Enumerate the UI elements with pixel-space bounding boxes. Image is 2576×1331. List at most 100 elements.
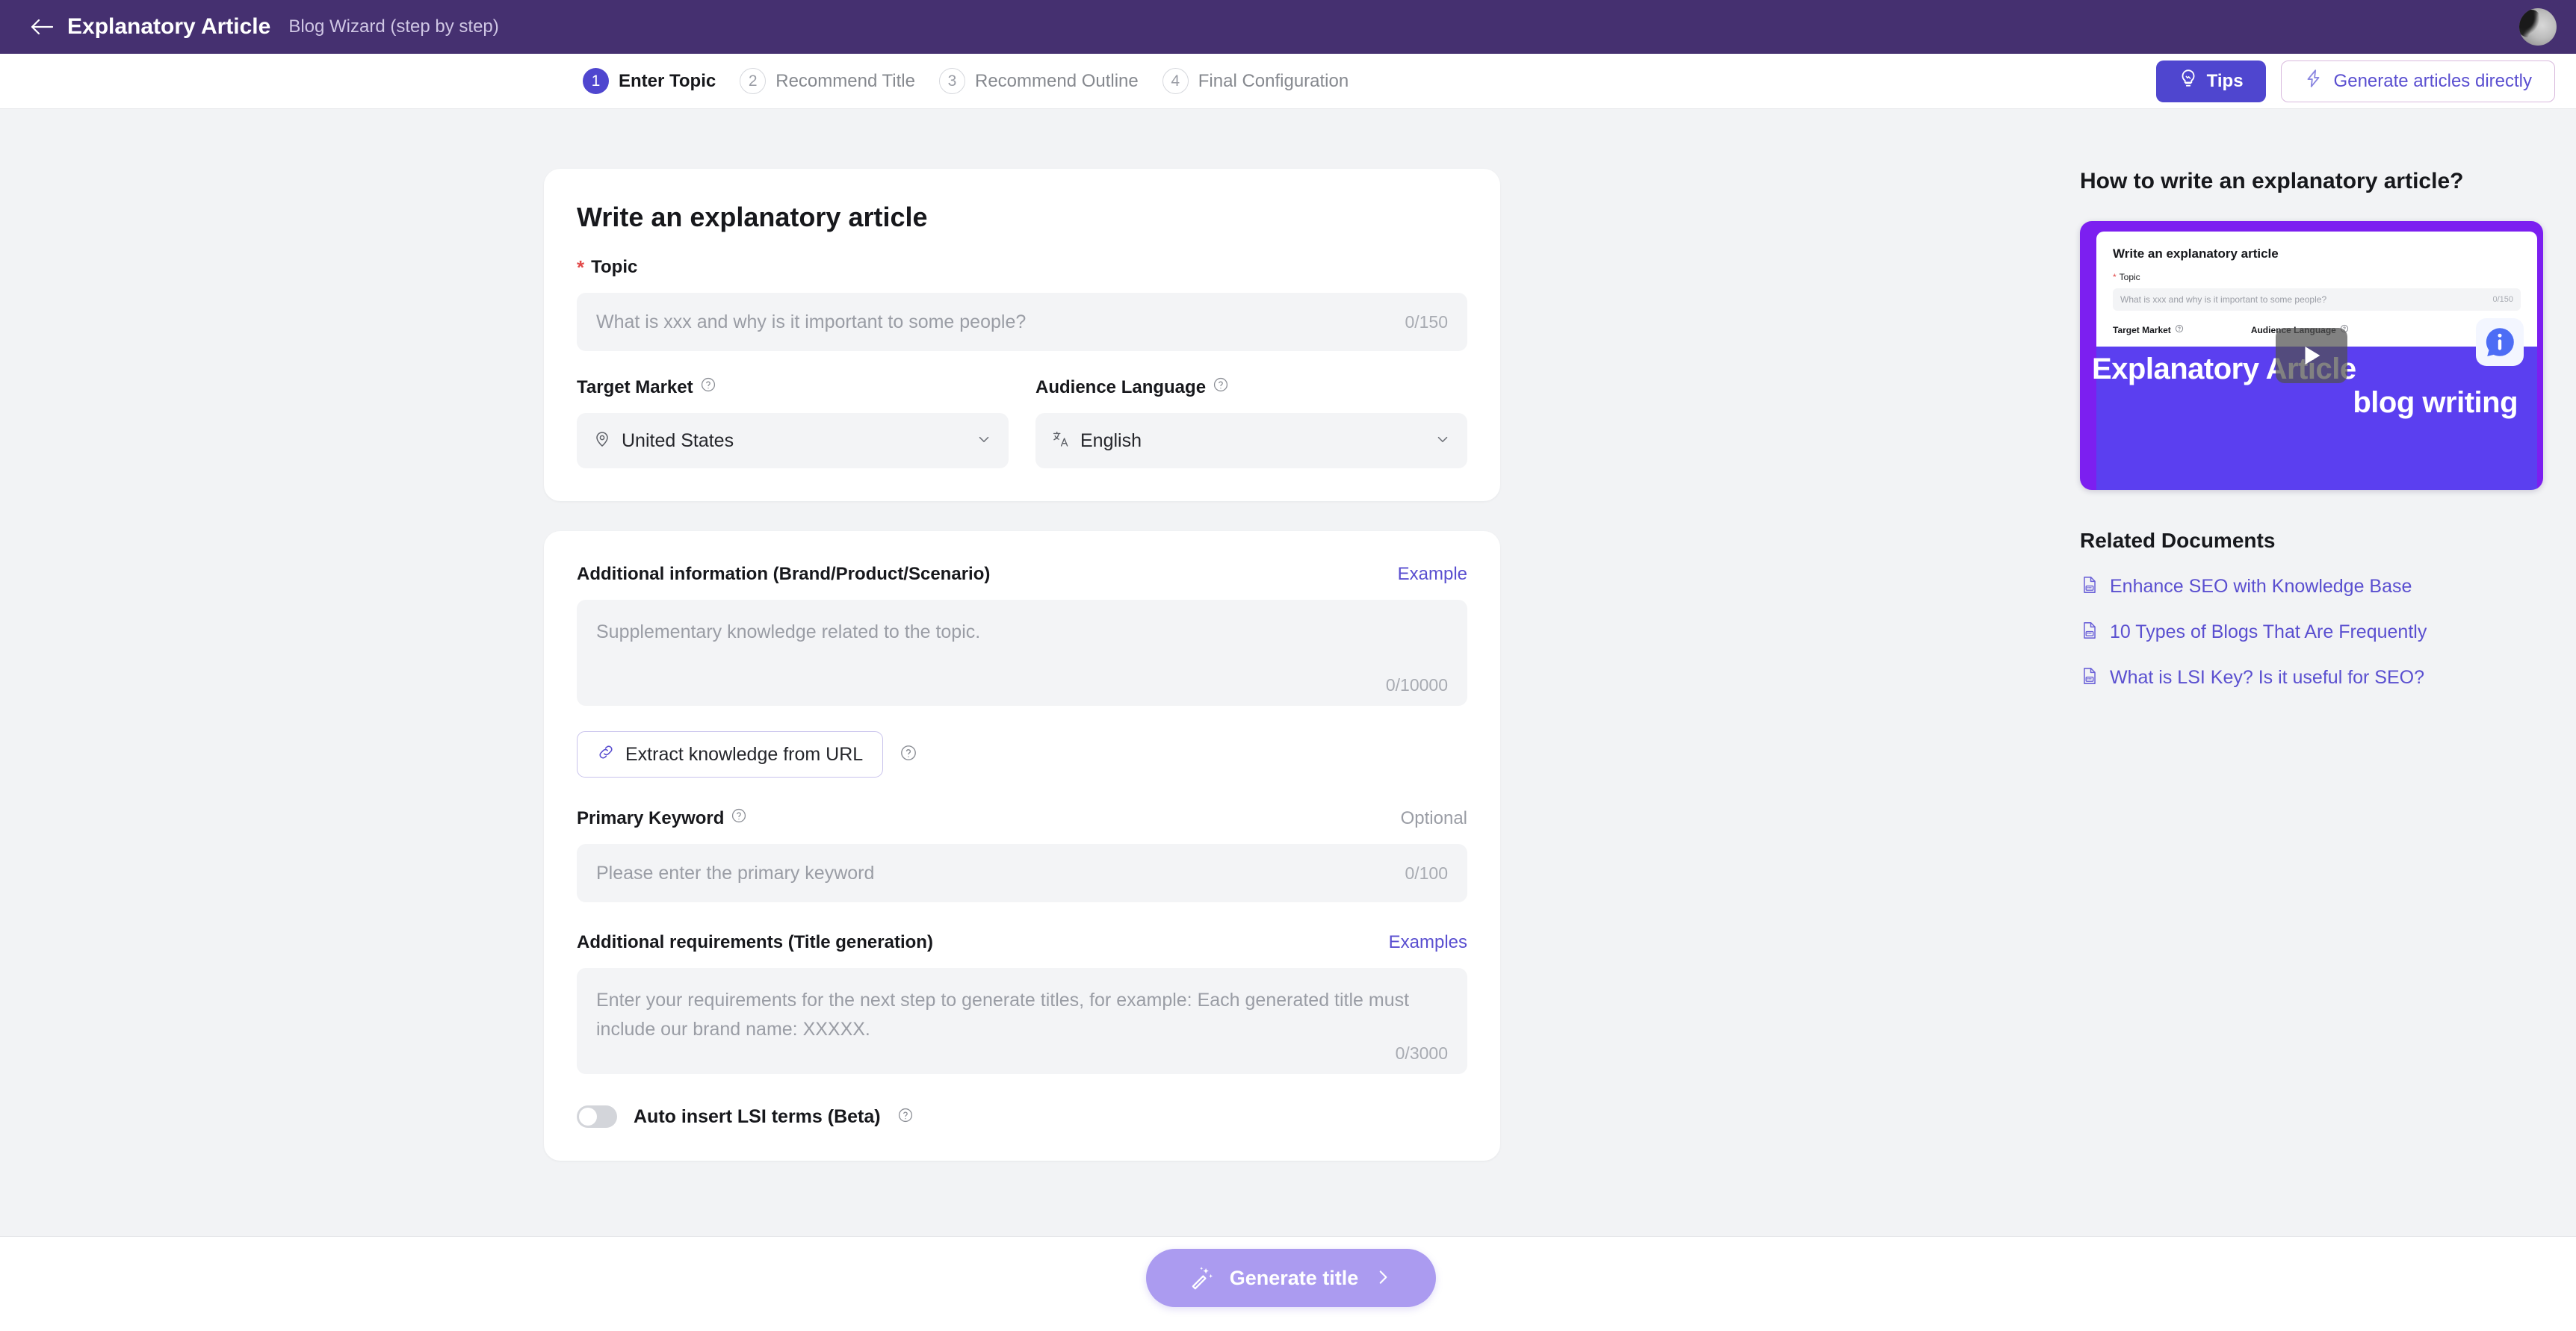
wizard-step-bar: 1 Enter Topic 2 Recommend Title 3 Recomm… xyxy=(0,54,2576,109)
required-marker: * xyxy=(577,256,585,279)
additional-requirements-label-row: Additional requirements (Title generatio… xyxy=(577,932,1467,953)
video-preview-topic-input: What is xxx and why is it important to s… xyxy=(2113,288,2521,311)
step-number: 1 xyxy=(583,68,609,94)
target-market-label-row: Target Market xyxy=(577,376,1009,398)
related-documents-title: Related Documents xyxy=(2080,529,2276,552)
topic-label-row: * Topic xyxy=(577,257,1467,278)
primary-keyword-placeholder: Please enter the primary keyword xyxy=(596,862,875,884)
step-label: Final Configuration xyxy=(1198,70,1349,91)
target-market-value: United States xyxy=(622,429,734,451)
additional-info-placeholder: Supplementary knowledge related to the t… xyxy=(596,621,981,642)
play-icon[interactable] xyxy=(2276,328,2347,383)
location-pin-icon xyxy=(593,430,611,452)
header-actions: Tips Generate articles directly xyxy=(2155,60,2555,102)
lightning-bolt-icon xyxy=(2304,69,2323,93)
additional-requirements-counter: 0/3000 xyxy=(1395,1043,1448,1063)
audience-language-value: English xyxy=(1080,429,1142,451)
target-market-field: Target Market United States xyxy=(577,376,1009,468)
step-number: 3 xyxy=(938,68,965,94)
translate-icon xyxy=(1052,430,1070,452)
info-bubble-icon[interactable] xyxy=(2476,318,2524,366)
related-doc-item[interactable]: What is LSI Key? Is it useful for SEO? xyxy=(2080,666,2543,689)
additional-requirements-field: Additional requirements (Title generatio… xyxy=(577,932,1467,1074)
primary-keyword-field: Primary Keyword Optional Please enter th… xyxy=(577,807,1467,902)
doc-icon xyxy=(2080,575,2099,598)
help-sidebar: How to write an explanatory article? Wri… xyxy=(2080,169,2543,689)
user-avatar[interactable] xyxy=(2519,8,2557,46)
audience-language-select[interactable]: English xyxy=(1035,413,1467,468)
step-number: 4 xyxy=(1162,68,1189,94)
extract-url-row: Extract knowledge from URL xyxy=(577,706,1467,778)
video-preview-topic-label-row: * Topic xyxy=(2113,272,2521,282)
related-doc-item[interactable]: 10 Types of Blogs That Are Frequently xyxy=(2080,621,2543,644)
target-market-select[interactable]: United States xyxy=(577,413,1009,468)
additional-info-example-link[interactable]: Example xyxy=(1398,564,1467,585)
step-1-enter-topic[interactable]: 1 Enter Topic xyxy=(583,68,716,94)
tutorial-video-thumbnail[interactable]: Write an explanatory article * Topic Wha… xyxy=(2080,221,2543,490)
lsi-toggle-row: Auto insert LSI terms (Beta) xyxy=(577,1105,1467,1128)
step-2-recommend-title[interactable]: 2 Recommend Title xyxy=(740,68,915,94)
tips-button-label: Tips xyxy=(2206,70,2244,91)
audience-language-field: Audience Language English xyxy=(1035,376,1467,468)
video-overlay-line2: blog writing xyxy=(2353,385,2518,419)
app-header: Explanatory Article Blog Wizard (step by… xyxy=(0,0,2576,54)
additional-requirements-label: Additional requirements (Title generatio… xyxy=(577,932,933,952)
topic-card: Write an explanatory article * Topic Wha… xyxy=(544,169,1500,501)
topic-input[interactable]: What is xxx and why is it important to s… xyxy=(577,293,1467,351)
related-doc-label: What is LSI Key? Is it useful for SEO? xyxy=(2110,667,2425,688)
related-doc-label: 10 Types of Blogs That Are Frequently xyxy=(2110,621,2427,642)
step-4-final-configuration[interactable]: 4 Final Configuration xyxy=(1162,68,1349,94)
primary-keyword-optional-tag: Optional xyxy=(1400,807,1467,828)
question-circle-icon[interactable] xyxy=(1213,376,1229,398)
wizard-steps: 1 Enter Topic 2 Recommend Title 3 Recomm… xyxy=(583,68,1349,94)
generate-title-label: Generate title xyxy=(1229,1266,1359,1289)
audience-language-label-row: Audience Language xyxy=(1035,376,1467,398)
details-card: Additional information (Brand/Product/Sc… xyxy=(544,531,1500,1161)
generate-title-button[interactable]: Generate title xyxy=(1146,1249,1436,1307)
primary-keyword-counter: 0/100 xyxy=(1405,863,1448,883)
primary-keyword-label-row: Primary Keyword Optional xyxy=(577,807,1467,829)
chevron-down-icon xyxy=(976,431,992,451)
additional-requirements-examples-link[interactable]: Examples xyxy=(1389,932,1467,953)
auto-insert-lsi-toggle[interactable] xyxy=(577,1105,617,1128)
topic-placeholder: What is xxx and why is it important to s… xyxy=(596,311,1027,332)
additional-info-textarea[interactable]: Supplementary knowledge related to the t… xyxy=(577,600,1467,706)
tips-button[interactable]: Tips xyxy=(2155,60,2266,102)
additional-info-counter: 0/10000 xyxy=(1385,675,1448,695)
step-3-recommend-outline[interactable]: 3 Recommend Outline xyxy=(938,68,1139,94)
related-doc-item[interactable]: Enhance SEO with Knowledge Base xyxy=(2080,575,2543,598)
primary-keyword-input[interactable]: Please enter the primary keyword 0/100 xyxy=(577,844,1467,902)
page-body: Write an explanatory article * Topic Wha… xyxy=(0,109,2576,1236)
question-circle-icon[interactable] xyxy=(731,807,747,829)
extract-url-label: Extract knowledge from URL xyxy=(625,743,864,765)
related-documents-section: Related Documents Enhance SEO with Knowl… xyxy=(2080,529,2543,689)
additional-info-label: Additional information (Brand/Product/Sc… xyxy=(577,564,991,584)
additional-requirements-placeholder: Enter your requirements for the next ste… xyxy=(596,990,1410,1040)
question-circle-icon[interactable] xyxy=(897,1107,914,1127)
page-title: Explanatory Article xyxy=(67,14,271,39)
extract-knowledge-from-url-button[interactable]: Extract knowledge from URL xyxy=(577,731,884,778)
chevron-right-icon xyxy=(1373,1268,1393,1289)
question-circle-icon[interactable] xyxy=(700,376,716,398)
question-circle-icon xyxy=(2175,324,2184,335)
required-marker: * xyxy=(2113,272,2117,282)
topic-counter: 0/150 xyxy=(1405,311,1448,332)
video-preview-title: Write an explanatory article xyxy=(2113,246,2279,261)
step-label: Enter Topic xyxy=(619,70,716,91)
link-icon xyxy=(597,743,615,766)
lightbulb-icon xyxy=(2179,69,2198,93)
question-circle-icon[interactable] xyxy=(900,744,917,766)
video-preview-target-market-label: Target Market xyxy=(2113,324,2184,335)
step-label: Recommend Outline xyxy=(974,70,1139,91)
generate-articles-directly-button[interactable]: Generate articles directly xyxy=(2280,60,2555,102)
additional-requirements-textarea[interactable]: Enter your requirements for the next ste… xyxy=(577,968,1467,1074)
additional-info-label-row: Additional information (Brand/Product/Sc… xyxy=(577,564,1467,585)
lsi-toggle-label: Auto insert LSI terms (Beta) xyxy=(634,1105,881,1127)
footer-bar: Generate title xyxy=(0,1236,2576,1331)
generate-articles-directly-label: Generate articles directly xyxy=(2333,70,2532,91)
target-market-label: Target Market xyxy=(577,376,693,397)
back-arrow-icon[interactable] xyxy=(25,10,58,43)
doc-icon xyxy=(2080,621,2099,644)
video-preview-topic-counter: 0/150 xyxy=(2492,295,2513,304)
page-subtitle: Blog Wizard (step by step) xyxy=(288,16,499,37)
